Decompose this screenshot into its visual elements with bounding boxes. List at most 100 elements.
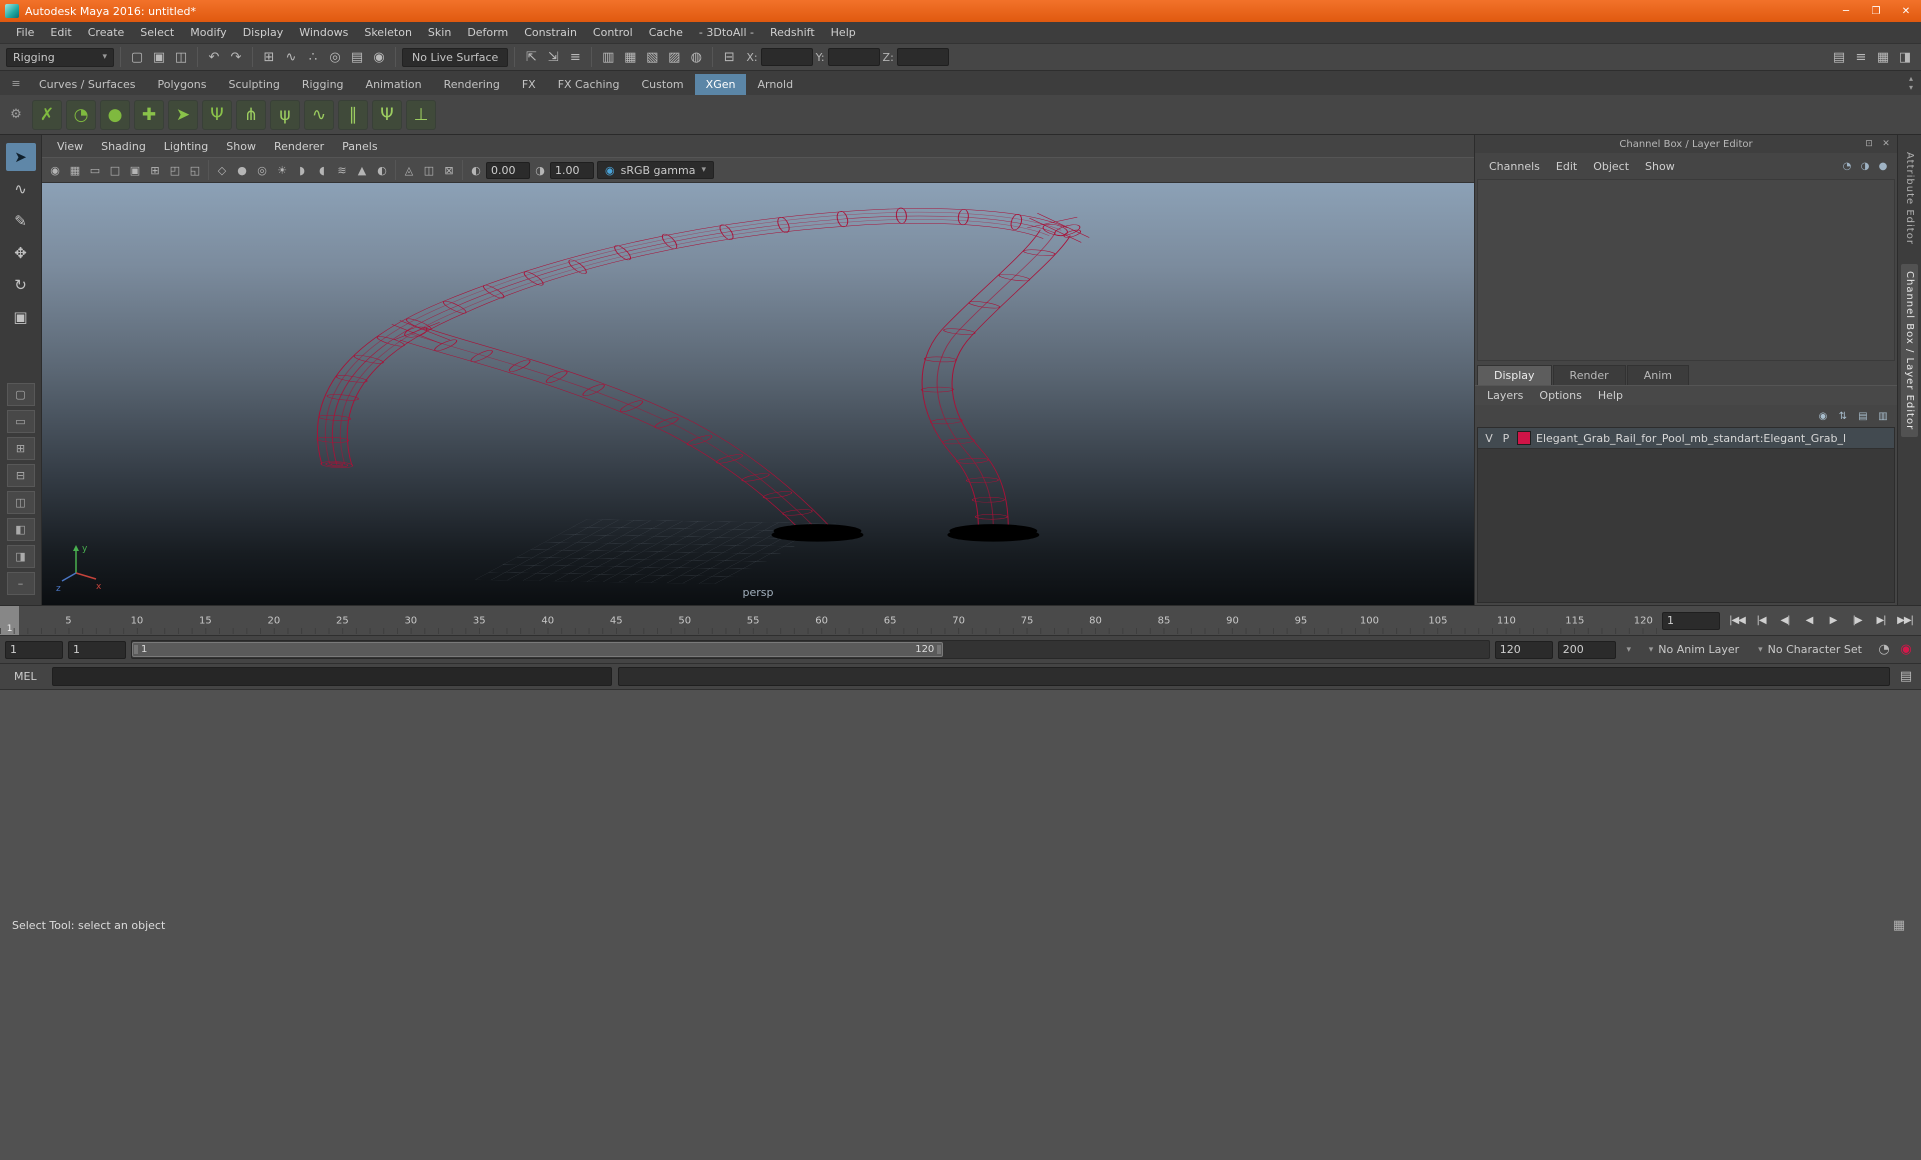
depth-of-field-icon[interactable]: ◐: [373, 160, 391, 180]
wireframe-display-icon[interactable]: ◇: [213, 160, 231, 180]
construction-history-icon[interactable]: ≡: [565, 47, 585, 67]
panel-menu-view[interactable]: View: [48, 140, 92, 153]
stacked-pane-layout-button[interactable]: ⊟: [6, 464, 35, 487]
xray-icon[interactable]: ◫: [420, 160, 438, 180]
side-by-side-layout-button[interactable]: ◫: [6, 491, 35, 514]
timeline-frame-10[interactable]: 10: [131, 615, 144, 626]
input-to-selected-icon[interactable]: ⇱: [521, 47, 541, 67]
snap-to-view-planes-icon[interactable]: ▤: [347, 47, 367, 67]
panel-layout-menu-icon[interactable]: ≡: [1851, 47, 1871, 67]
play-backwards-button[interactable]: ◀: [1797, 615, 1821, 626]
xgen-clump-brush-icon[interactable]: ⊥: [406, 99, 436, 130]
paint-effects-icon[interactable]: ◍: [686, 47, 706, 67]
menu-select[interactable]: Select: [132, 26, 182, 39]
timeline-frame-65[interactable]: 65: [884, 615, 897, 626]
anti-alias-icon[interactable]: ▲: [353, 160, 371, 180]
timeline-frame-120[interactable]: 120: [1634, 615, 1653, 626]
shelf-tab-animation[interactable]: Animation: [355, 74, 433, 95]
shelf-tab-rendering[interactable]: Rendering: [433, 74, 511, 95]
step-forward-frame-button[interactable]: ▶|: [1869, 615, 1893, 626]
x-coordinate-input[interactable]: [760, 48, 813, 66]
menu-redshift[interactable]: Redshift: [762, 26, 823, 39]
command-language-button[interactable]: MEL: [5, 670, 46, 683]
xgen-preview-update-icon[interactable]: ◔: [66, 99, 96, 130]
current-time-marker[interactable]: 1: [0, 606, 20, 635]
step-forward-key-button[interactable]: |▶: [1845, 615, 1869, 626]
shelf-tab-curves-surfaces[interactable]: Curves / Surfaces: [28, 74, 147, 95]
snap-to-curves-icon[interactable]: ∿: [281, 47, 301, 67]
shelf-tab-polygons[interactable]: Polygons: [147, 74, 218, 95]
xray-joints-icon[interactable]: ⊠: [440, 160, 458, 180]
animation-end-input[interactable]: [1557, 640, 1616, 659]
timeline-frame-75[interactable]: 75: [1021, 615, 1034, 626]
maximize-button[interactable]: ❐: [1861, 6, 1891, 17]
viewport-canvas[interactable]: y x z persp: [42, 183, 1474, 605]
output-from-selected-icon[interactable]: ⇲: [543, 47, 563, 67]
layer-tab-render[interactable]: Render: [1552, 365, 1626, 385]
timeline-frame-105[interactable]: 105: [1428, 615, 1447, 626]
timeline-frame-30[interactable]: 30: [404, 615, 417, 626]
panel-menu-shading[interactable]: Shading: [92, 140, 155, 153]
last-tool-slot[interactable]: ▢: [6, 383, 35, 406]
safe-action-icon[interactable]: ◰: [166, 160, 184, 180]
menu-modify[interactable]: Modify: [182, 26, 234, 39]
menu-edit[interactable]: Edit: [42, 26, 79, 39]
xgen-add-guide-icon[interactable]: ⋔: [236, 99, 266, 130]
character-set-select[interactable]: ▾ No Character Set: [1751, 643, 1869, 656]
command-input[interactable]: [51, 667, 612, 686]
timeline-frame-85[interactable]: 85: [1158, 615, 1171, 626]
layer-menu-help[interactable]: Help: [1590, 389, 1631, 402]
view-transform-select[interactable]: ◉ sRGB gamma ▾: [597, 161, 714, 179]
sidebar-tab-channel-box-layer-editor[interactable]: Channel Box / Layer Editor: [1901, 263, 1918, 438]
xgen-create-description-icon[interactable]: ●: [100, 99, 130, 130]
playback-start-input[interactable]: [68, 640, 126, 659]
grid-layout-icon[interactable]: ▦: [1873, 47, 1893, 67]
layer-row[interactable]: V P Elegant_Grab_Rail_for_Pool_mb_standa…: [1478, 428, 1894, 449]
playback-speed-caret-icon[interactable]: ▾: [1621, 645, 1637, 655]
shelf-scroll-down-icon[interactable]: ▾: [1909, 83, 1913, 92]
move-layer-up-icon[interactable]: ◉: [1815, 408, 1831, 424]
menu-windows[interactable]: Windows: [291, 26, 356, 39]
manipulator-fast-icon[interactable]: ●: [1875, 156, 1891, 176]
xgen-comb-brush-icon[interactable]: ∿: [304, 99, 334, 130]
anim-layer-select[interactable]: ▾ No Anim Layer: [1642, 643, 1746, 656]
menu-file[interactable]: File: [8, 26, 42, 39]
timeline-frame-100[interactable]: 100: [1360, 615, 1379, 626]
play-forwards-button[interactable]: ▶: [1821, 615, 1845, 626]
field-chart-icon[interactable]: ⊞: [146, 160, 164, 180]
open-scene-icon[interactable]: ▣: [149, 47, 169, 67]
sidebar-tab-attribute-editor[interactable]: Attribute Editor: [1901, 145, 1918, 252]
range-slider-handle[interactable]: 1 120: [132, 642, 944, 657]
channel-box-menu-channels[interactable]: Channels: [1481, 160, 1548, 173]
xgen-density-brush-icon[interactable]: ∥: [338, 99, 368, 130]
channel-box-header[interactable]: Channel Box / Layer Editor ⊡ ✕: [1475, 135, 1897, 153]
channel-box-menu-edit[interactable]: Edit: [1548, 160, 1585, 173]
dock-panel-icon[interactable]: ⊡: [1862, 137, 1876, 151]
gate-mask-icon[interactable]: ▣: [126, 160, 144, 180]
help-line-grid-icon[interactable]: ▦: [1889, 915, 1909, 935]
timeline-frame-55[interactable]: 55: [747, 615, 760, 626]
menu-3dtoall[interactable]: - 3DtoAll -: [691, 26, 762, 39]
panel-menu-renderer[interactable]: Renderer: [265, 140, 333, 153]
redo-icon[interactable]: ↷: [226, 47, 246, 67]
timeline-frame-45[interactable]: 45: [610, 615, 623, 626]
timeline-frame-115[interactable]: 115: [1565, 615, 1584, 626]
lasso-select-tool[interactable]: ∿: [6, 175, 36, 203]
safe-title-icon[interactable]: ◱: [186, 160, 204, 180]
menu-deform[interactable]: Deform: [459, 26, 516, 39]
select-camera-icon[interactable]: ◉: [46, 160, 64, 180]
manipulator-slow-icon[interactable]: ◔: [1839, 156, 1855, 176]
menu-set-select[interactable]: Rigging ▾: [6, 47, 114, 67]
layer-tab-anim[interactable]: Anim: [1626, 365, 1689, 385]
shelf-menu-icon[interactable]: ≡: [4, 77, 28, 90]
shadows-icon[interactable]: ◗: [293, 160, 311, 180]
go-to-end-button[interactable]: ▶▶|: [1893, 615, 1917, 626]
smooth-shade-icon[interactable]: ●: [233, 160, 251, 180]
menu-display[interactable]: Display: [235, 26, 292, 39]
single-pane-layout-button[interactable]: ▭: [6, 410, 35, 433]
snap-to-grids-icon[interactable]: ⊞: [259, 47, 279, 67]
close-icon[interactable]: ✕: [1879, 137, 1893, 151]
xgen-guide-tool-icon[interactable]: Ψ: [202, 99, 232, 130]
layer-visibility-toggle[interactable]: V: [1483, 432, 1495, 445]
grid-toggle-icon[interactable]: ▦: [66, 160, 84, 180]
